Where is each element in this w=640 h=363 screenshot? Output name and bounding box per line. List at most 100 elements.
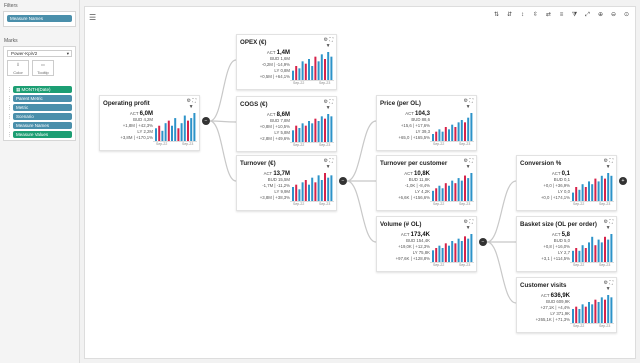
ly-label: LY (550, 311, 556, 316)
bud-label: BUD (553, 238, 563, 243)
spark-bar (470, 234, 473, 262)
kpi-node-op[interactable]: Operating profit ⚙ ⛶ ▼ ACT 6,0M BUD 4,2M … (99, 95, 200, 151)
spark-bar (311, 123, 314, 142)
spark-bar (594, 178, 597, 201)
kpi-node-price[interactable]: Price (per OL) ⚙ ⛶ ▼ ACT 104,3 BUD 88,6 +… (376, 95, 477, 151)
tooltip-button[interactable]: ▭ Tooltip (32, 60, 54, 76)
tree-link (209, 59, 237, 122)
tree-link (209, 120, 237, 182)
collapse-node-button[interactable]: − (202, 117, 210, 125)
kpi-node-vol[interactable]: Volume (# OL) ⚙ ⛶ ▼ ACT 173,4K BUD 154,4K… (376, 216, 477, 272)
expand-node-button[interactable]: + (619, 177, 627, 185)
tree-link (486, 241, 517, 304)
mark-field-pill[interactable]: ▦ MONTH(Date) (13, 86, 72, 93)
spark-bar (610, 175, 613, 201)
spark-bar (314, 182, 317, 201)
spark-bar (324, 118, 326, 142)
kpi-node-opex[interactable]: OPEX (€) ⚙ ⛶ ▼ ACT 1,4M BUD 1,6M -0,2M | … (236, 34, 337, 90)
axis-start-label: Sep-22 (573, 263, 585, 267)
spark-bar (183, 115, 186, 141)
tree-link (486, 180, 517, 243)
spark-bar (308, 184, 310, 201)
spark-bar (330, 116, 333, 142)
spark-bar (581, 184, 584, 201)
spark-bar (311, 66, 314, 80)
kpi-title: Turnover per customer (380, 160, 448, 167)
mark-type-dropdown[interactable]: Power-KpiV2 ▾ (7, 50, 72, 57)
kpi-title: Operating profit (103, 100, 150, 107)
spark-bar (604, 178, 606, 201)
sparkbar-chart (570, 173, 614, 202)
collapse-node-button[interactable]: − (479, 238, 487, 246)
mark-field-row: ⋮ Parent Metric (7, 95, 72, 102)
kpi-values: ACT 5,8 BUD 5,0 +0,8 | +16,0% LY 2,7 +3,… (520, 232, 570, 262)
spark-bar (298, 128, 301, 142)
kpi-node-conv[interactable]: Conversion % ⚙ ⛶ ▼ ACT 0,1 BUD 0,1 +0,0 |… (516, 155, 617, 211)
collapse-node-button[interactable]: − (339, 177, 347, 185)
bud-value: 7,8M (280, 118, 290, 123)
spark-bar (604, 299, 606, 323)
act-label: ACT (263, 171, 273, 176)
filter-pill-measure-names[interactable]: Measure Names (7, 15, 72, 22)
spark-bar (314, 118, 317, 142)
spark-bar (444, 127, 447, 141)
act-label: ACT (266, 112, 276, 117)
axis-start-label: Sep-22 (156, 142, 168, 146)
spark-bar (435, 131, 438, 141)
spark-bar (597, 239, 600, 262)
mark-field-row: ⋮ ▦ MONTH(Date) (7, 86, 72, 93)
spark-bar (610, 297, 613, 323)
bud-value: 11,8K (419, 177, 430, 182)
marks-title: Marks (4, 38, 18, 44)
act-label: ACT (404, 171, 413, 176)
spark-bar (435, 188, 438, 201)
spark-bar (295, 184, 298, 201)
spark-bar (457, 238, 460, 262)
mark-field-pill[interactable]: Scenario (13, 113, 72, 120)
bud-label: BUD (406, 238, 416, 243)
kpi-values: ACT 104,3 BUD 88,6 +15,6 | +17,6% LY 39,… (380, 111, 430, 141)
axis-end-label: Sep-23 (459, 142, 471, 146)
kpi-values: ACT 1,4M BUD 1,6M -0,2M | -14,9% LY 0,8M… (240, 50, 290, 80)
axis-start-label: Sep-22 (293, 202, 305, 206)
tree-link (346, 120, 377, 182)
ly-value: 4,2K (421, 189, 430, 194)
spark-bar (320, 180, 323, 201)
ly-variance: +0,5M | +64,1% (259, 74, 290, 79)
kpi-node-cogs[interactable]: COGS (€) ⚙ ⛶ ▼ ACT 8,6M BUD 7,8M +0,8M | … (236, 96, 337, 152)
mark-field-pill[interactable]: Parent Metric (13, 95, 72, 102)
bud-value: 88,6 (421, 117, 430, 122)
spark-bar (464, 122, 466, 141)
spark-bar (171, 125, 173, 141)
spark-bar (448, 129, 450, 141)
marks-card: Power-KpiV2 ▾ ⠿ Color ▭ Tooltip ⋮ ▦ MONTH(Da… (3, 46, 76, 141)
mark-field-pill[interactable]: Measure Names (13, 122, 72, 129)
bud-value: 1,6M (280, 56, 290, 61)
kpi-values: ACT 6,0M BUD 4,2M +1,8M | +42,3% LY 2,2M… (103, 111, 153, 141)
sparkbar-chart (570, 295, 614, 324)
spark-bar (164, 123, 167, 141)
mark-field-pill[interactable]: Metric (13, 104, 72, 111)
axis-start-label: Sep-22 (293, 81, 305, 85)
color-button[interactable]: ⠿ Color (7, 60, 29, 76)
spark-bar (464, 175, 466, 201)
spark-bar (438, 129, 441, 141)
spark-bar (451, 241, 454, 262)
ly-variance: +3,8M | +38,3% (259, 195, 290, 200)
kpi-node-visits[interactable]: Customer visits ⚙ ⛶ ▼ ACT 636,9K BUD 609,… (516, 277, 617, 333)
kpi-node-basket[interactable]: Basket size (OL per order) ⚙ ⛶ ▼ ACT 5,8 … (516, 216, 617, 272)
spark-bar (600, 175, 603, 201)
mark-field-row: ⋮ Measure Names (7, 122, 72, 129)
kpi-node-tpc[interactable]: Turnover per customer ⚙ ⛶ ▼ ACT 10,8K BUD… (376, 155, 477, 211)
bud-label: BUD (411, 117, 421, 122)
spark-bar (572, 192, 574, 201)
kpi-node-turn[interactable]: Turnover (€) ⚙ ⛶ ▼ ACT 13,7M BUD 15,5M -1… (236, 155, 337, 211)
bud-label: BUD (133, 117, 143, 122)
act-label: ACT (405, 111, 414, 116)
mark-field-pill[interactable]: Measure Values (13, 131, 72, 138)
axis-end-label: Sep-23 (319, 81, 331, 85)
spark-bar (448, 185, 450, 201)
ly-label: LY (274, 68, 280, 73)
spark-bar (454, 183, 457, 201)
spark-bar (467, 117, 470, 141)
